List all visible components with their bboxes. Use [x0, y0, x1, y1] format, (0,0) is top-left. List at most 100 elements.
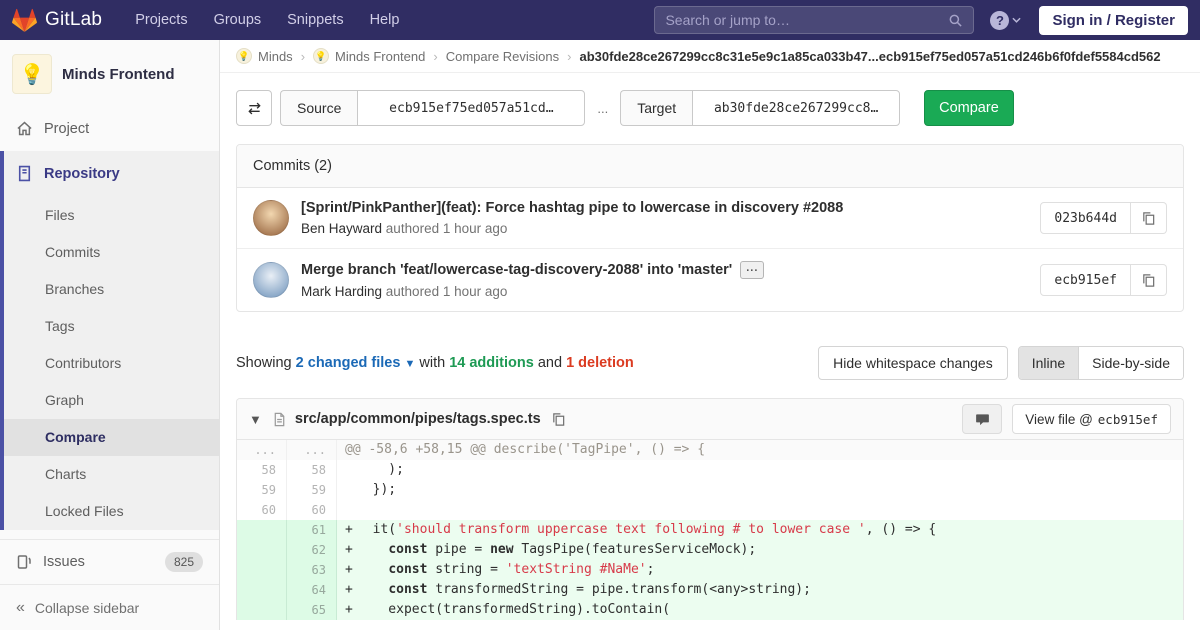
old-line-number[interactable] [237, 540, 287, 560]
copy-sha-button[interactable] [1131, 264, 1167, 296]
diff-line-code: + const string = 'textString #NaMe'; [337, 560, 1183, 580]
diff-line: 60 60 [237, 500, 1183, 520]
collapse-file-icon[interactable]: ▼ [249, 412, 262, 427]
code-segment: TagsPipe(featuresServiceMock); [513, 542, 757, 557]
old-line-number[interactable] [237, 580, 287, 600]
diff-line-code: @@ -58,6 +58,15 @@ describe('TagPipe', (… [337, 440, 1183, 460]
inline-view-button[interactable]: Inline [1018, 347, 1079, 379]
commit-row: [Sprint/PinkPanther](feat): Force hashta… [237, 188, 1183, 248]
breadcrumb-link-minds-frontend[interactable]: 💡 Minds Frontend [313, 48, 425, 64]
diff-line: 63 + const string = 'textString #NaMe'; [237, 560, 1183, 580]
avatar [253, 200, 289, 236]
compare-button[interactable]: Compare [924, 90, 1014, 126]
gitlab-logo[interactable]: GitLab [12, 8, 102, 33]
file-diff-panel: ▼ src/app/common/pipes/tags.spec.ts View… [236, 398, 1184, 620]
new-line-number[interactable]: 60 [287, 500, 337, 520]
hide-whitespace-button[interactable]: Hide whitespace changes [818, 346, 1008, 380]
target-ref-dropdown[interactable]: ab30fde28ce267299cc8… [692, 90, 901, 126]
sign-in-button[interactable]: Sign in / Register [1039, 5, 1188, 35]
old-line-number[interactable]: 59 [237, 480, 287, 500]
file-path[interactable]: src/app/common/pipes/tags.spec.ts [295, 411, 541, 427]
view-file-button[interactable]: View file @ ecb915ef [1012, 404, 1171, 434]
old-line-number[interactable]: 60 [237, 500, 287, 520]
global-search[interactable] [654, 6, 975, 34]
diff-mode-toggle: Inline Side-by-side [1017, 346, 1184, 380]
nav-link-projects[interactable]: Projects [124, 6, 198, 34]
swap-revisions-button[interactable] [236, 90, 272, 126]
sidebar-item-branches[interactable]: Branches [4, 271, 219, 308]
project-header[interactable]: 💡 Minds Frontend [0, 40, 219, 107]
help-menu[interactable]: ? [990, 10, 1022, 30]
new-line-number[interactable]: 63 [287, 560, 337, 580]
breadcrumb-link-compare-revisions[interactable]: Compare Revisions [446, 49, 559, 64]
code-segment: 'textString #NaMe' [505, 562, 647, 577]
sidebar-item-charts[interactable]: Charts [4, 456, 219, 493]
commit-title-link[interactable]: Merge branch 'feat/lowercase-tag-discove… [301, 262, 732, 278]
new-line-number[interactable]: 61 [287, 520, 337, 540]
commit-title-link[interactable]: [Sprint/PinkPanther](feat): Force hashta… [301, 200, 843, 216]
breadcrumb-separator-icon: › [433, 48, 438, 64]
new-line-number[interactable]: 65 [287, 600, 337, 620]
code-segment: new [490, 542, 514, 557]
sidebar-item-files[interactable]: Files [4, 197, 219, 234]
sidebar-item-label: Project [44, 120, 90, 137]
help-icon[interactable]: ? [990, 10, 1010, 30]
breadcrumb-separator-icon: › [567, 48, 572, 64]
nav-link-help[interactable]: Help [359, 6, 411, 34]
old-line-number[interactable] [237, 560, 287, 580]
brand-name: GitLab [45, 9, 103, 30]
sidebar-item-issues[interactable]: Issues 825 [0, 538, 219, 585]
side-by-side-view-button[interactable]: Side-by-side [1078, 347, 1183, 379]
search-icon[interactable] [948, 13, 963, 28]
sidebar-item-label: Issues [43, 554, 85, 570]
expand-commit-button[interactable]: ... [740, 261, 765, 279]
code-segment: it( [357, 522, 397, 537]
commit-meta: Mark Harding authored 1 hour ago [301, 284, 508, 299]
source-ref-dropdown[interactable]: ecb915ef75ed057a51cd… [357, 90, 586, 126]
commit-sha[interactable]: 023b644d [1040, 202, 1131, 234]
new-line-number[interactable]: ... [287, 440, 337, 460]
commit-sha[interactable]: ecb915ef [1040, 264, 1131, 296]
sidebar-item-contributors[interactable]: Contributors [4, 345, 219, 382]
old-line-number[interactable] [237, 520, 287, 540]
code-segment: ; [646, 562, 655, 577]
sidebar-item-project[interactable]: Project [0, 107, 219, 151]
collapse-sidebar-button[interactable]: « Collapse sidebar [0, 584, 219, 630]
sidebar-item-commits[interactable]: Commits [4, 234, 219, 271]
nav-link-snippets[interactable]: Snippets [276, 6, 354, 34]
copy-sha-button[interactable] [1131, 202, 1167, 234]
changed-files-dropdown[interactable]: 2 changed files ▼ [296, 355, 416, 371]
top-navbar: GitLab ProjectsGroupsSnippetsHelp ? Sign… [0, 0, 1200, 40]
new-line-number[interactable]: 58 [287, 460, 337, 480]
showing-text: Showing [236, 355, 292, 371]
diff-line-code: + expect(transformedString).toContain( [337, 600, 1183, 620]
old-line-number[interactable]: ... [237, 440, 287, 460]
commit-title-line: Merge branch 'feat/lowercase-tag-discove… [301, 261, 1024, 279]
commit-author-link[interactable]: Mark Harding [301, 284, 382, 299]
sidebar-item-graph[interactable]: Graph [4, 382, 219, 419]
toggle-comments-button[interactable] [962, 404, 1003, 434]
new-line-number[interactable]: 59 [287, 480, 337, 500]
new-line-number[interactable]: 62 [287, 540, 337, 560]
diff-line-sign: + [345, 542, 353, 557]
diff-line-sign: + [345, 602, 353, 617]
nav-link-groups[interactable]: Groups [203, 6, 273, 34]
diff-line-code: ); [337, 460, 1183, 480]
sidebar-item-tags[interactable]: Tags [4, 308, 219, 345]
file-diff-header: ▼ src/app/common/pipes/tags.spec.ts View… [237, 399, 1183, 440]
sidebar-item-compare[interactable]: Compare [4, 418, 219, 456]
old-line-number[interactable]: 58 [237, 460, 287, 480]
sidebar-item-repository[interactable]: Repository [4, 151, 219, 197]
sidebar-item-locked-files[interactable]: Locked Files [4, 493, 219, 530]
new-line-number[interactable]: 64 [287, 580, 337, 600]
copy-path-icon[interactable] [551, 412, 566, 427]
breadcrumb-avatar: 💡 [236, 48, 252, 64]
swap-arrows-icon [247, 101, 262, 116]
diff-table: ...... @@ -58,6 +58,15 @@ describe('TagPi… [237, 440, 1183, 620]
old-line-number[interactable] [237, 600, 287, 620]
search-input[interactable] [665, 12, 949, 28]
diff-line: ...... @@ -58,6 +58,15 @@ describe('TagPi… [237, 440, 1183, 460]
breadcrumb-link-minds[interactable]: 💡 Minds [236, 48, 293, 64]
commit-author-link[interactable]: Ben Hayward [301, 221, 382, 236]
